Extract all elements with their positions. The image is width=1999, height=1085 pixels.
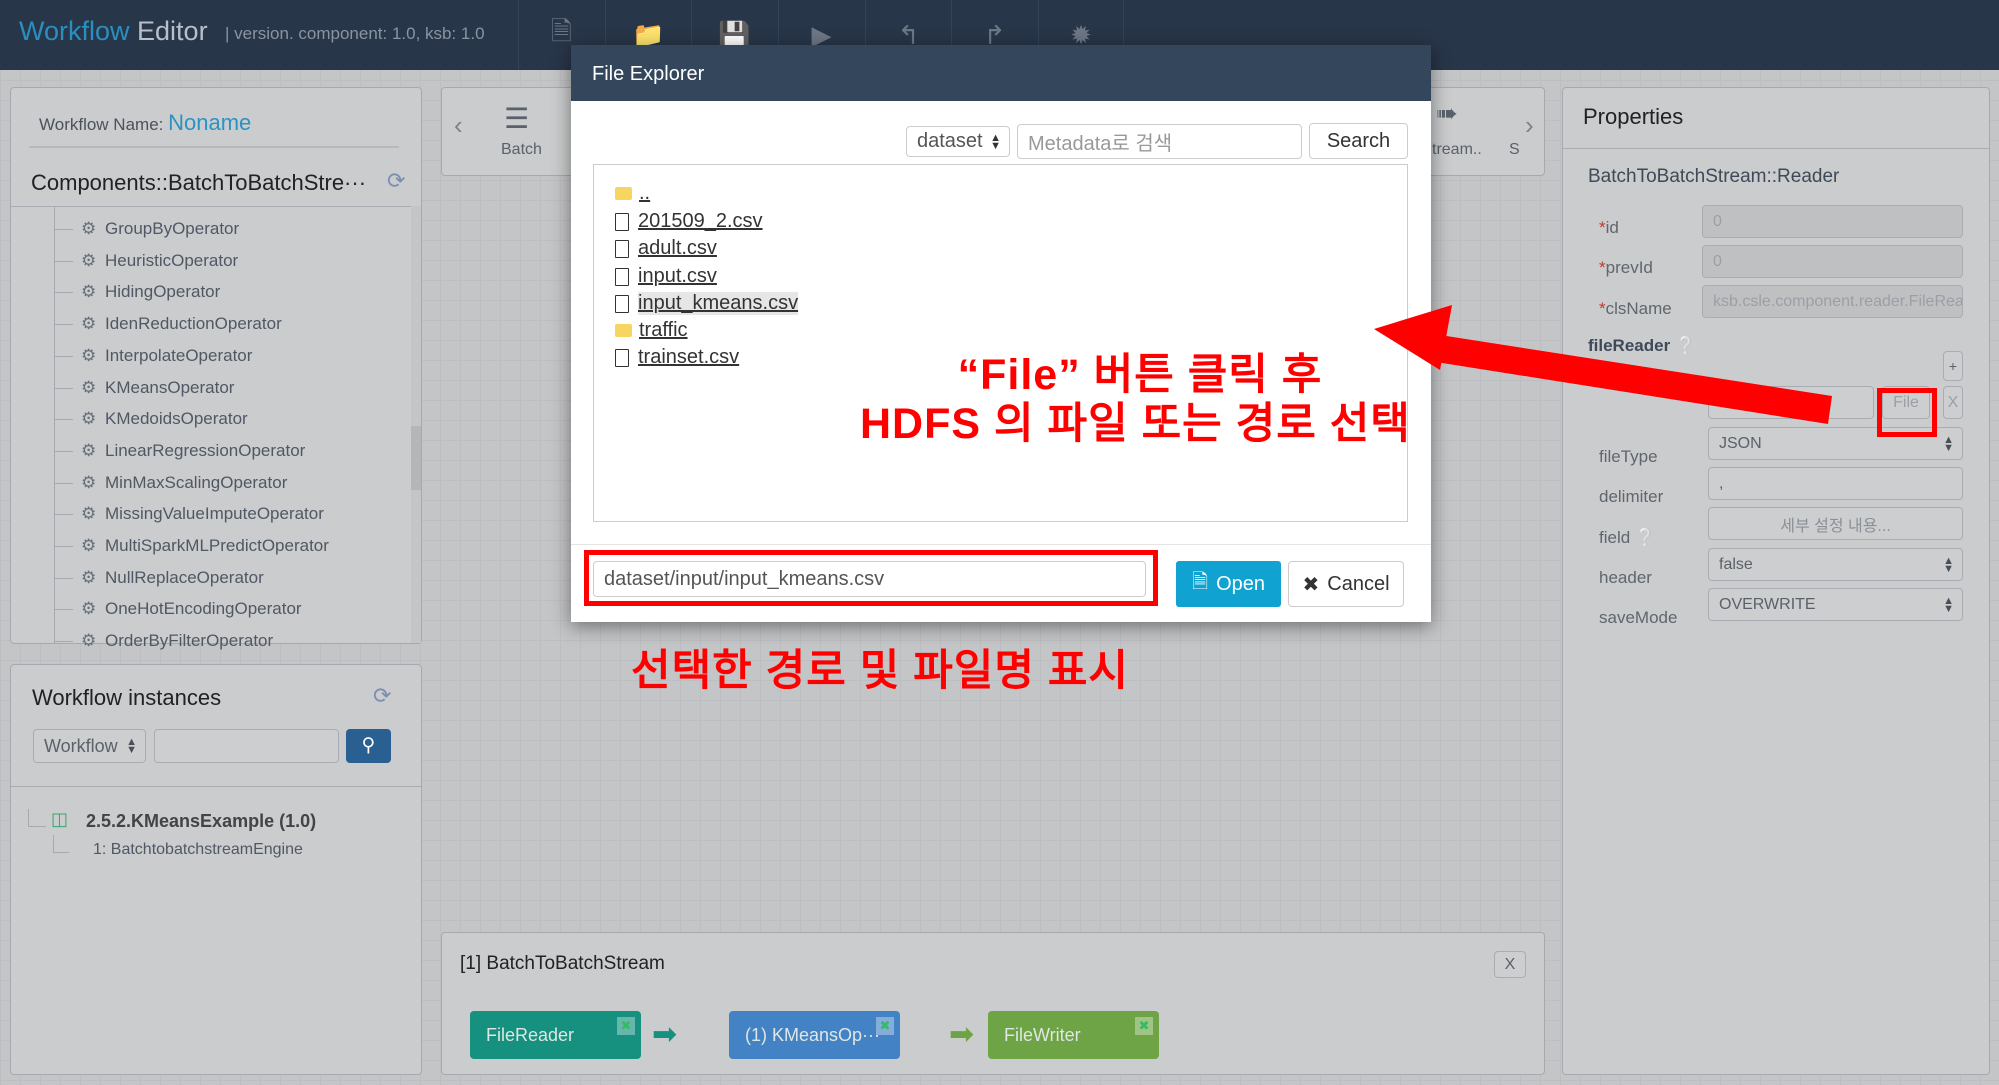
annotation-line3: 선택한 경로 및 파일명 표시	[631, 647, 1129, 695]
arrow-shaft	[1436, 335, 1832, 424]
annotation-line2: HDFS 의 파일 또는 경로 선택	[860, 400, 1411, 448]
annotation-arrow	[1374, 305, 1832, 424]
